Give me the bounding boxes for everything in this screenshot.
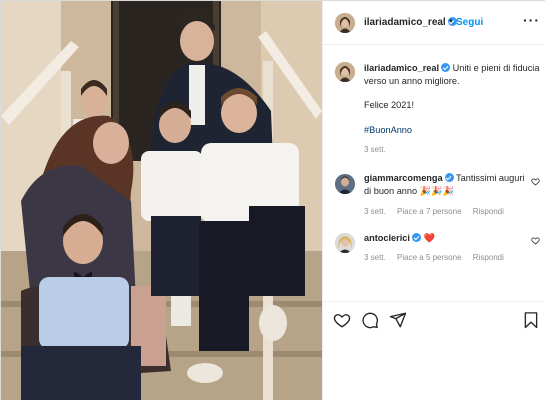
party-popper-emoji: 🎉🎉🎉 [419, 185, 455, 196]
post-photo[interactable] [1, 1, 322, 400]
comment-like-heart-icon[interactable] [531, 177, 540, 186]
follow-button[interactable]: Segui [456, 17, 483, 28]
more-options-icon[interactable]: ··· [523, 12, 540, 28]
comment-username[interactable]: antoclerici [364, 233, 421, 243]
caption-author-avatar[interactable] [335, 62, 355, 82]
bookmark-icon[interactable] [522, 311, 540, 329]
comment-timestamp[interactable]: 3 sett. [364, 207, 386, 216]
family-photo-illustration [1, 1, 322, 400]
comment-reply-button[interactable]: Rispondi [473, 253, 504, 262]
commenter-avatar[interactable] [335, 174, 355, 194]
verified-badge-icon [441, 63, 451, 72]
verified-badge-icon [444, 173, 454, 182]
share-icon[interactable] [389, 311, 407, 329]
caption-username[interactable]: ilariadamico_real [364, 63, 451, 73]
comment-icon[interactable] [361, 311, 379, 329]
comment-likes[interactable]: Piace a 7 persone [397, 207, 462, 216]
caption-body-line2: Felice 2021! [364, 100, 415, 110]
comment-meta: 3 sett. Piace a 7 persone Rispondi [364, 207, 513, 216]
author-avatar[interactable] [335, 13, 355, 33]
comment-text: giammarcomenga Tantissimi auguri di buon… [364, 172, 529, 197]
red-heart-emoji: ❤️ [423, 233, 435, 243]
comment-meta: 3 sett. Piace a 5 persone Rispondi [364, 253, 513, 262]
caption-timestamp[interactable]: 3 sett. [364, 145, 386, 154]
caption-text: ilariadamico_real Uniti e pieni di fiduc… [364, 62, 540, 136]
instagram-post: ilariadamico_real • Segui ··· ilariadami… [0, 0, 545, 400]
caption-hashtag[interactable]: #BuonAnno [364, 125, 412, 135]
comment-reply-button[interactable]: Rispondi [473, 207, 504, 216]
post-side-panel: ilariadamico_real • Segui ··· ilariadami… [322, 1, 545, 400]
comment-username[interactable]: giammarcomenga [364, 173, 454, 183]
author-username[interactable]: ilariadamico_real [364, 17, 457, 28]
post-header: ilariadamico_real • Segui ··· [323, 1, 545, 45]
comment-likes[interactable]: Piace a 5 persone [397, 253, 462, 262]
heart-icon[interactable] [333, 311, 351, 329]
header-separator: • [449, 16, 453, 27]
comment-like-heart-icon[interactable] [531, 236, 540, 245]
commenter-avatar[interactable] [335, 233, 355, 253]
verified-badge-icon [411, 233, 421, 242]
post-actions-bar [323, 301, 545, 341]
comment-text: antoclerici ❤️ [364, 232, 529, 245]
comment-timestamp[interactable]: 3 sett. [364, 253, 386, 262]
